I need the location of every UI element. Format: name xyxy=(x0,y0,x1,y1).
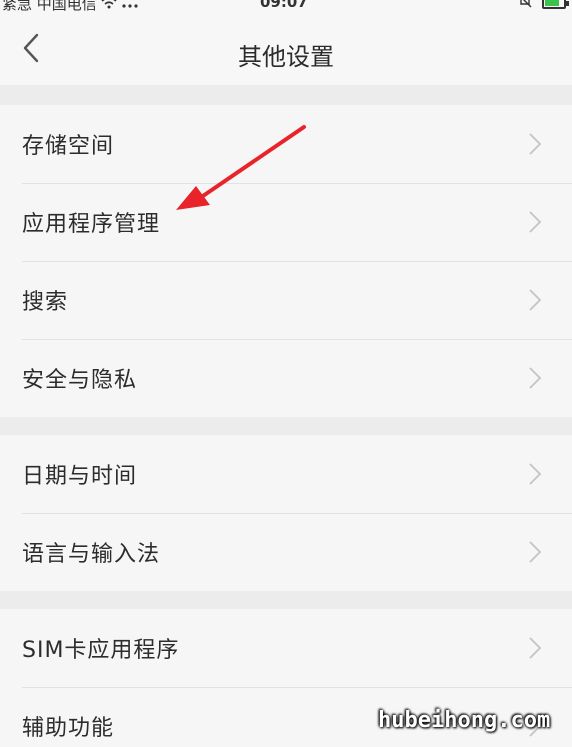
settings-item-app-management[interactable]: 应用程序管理 xyxy=(0,183,572,261)
chevron-right-icon xyxy=(529,367,542,389)
settings-item-language-input[interactable]: 语言与输入法 xyxy=(0,513,572,591)
battery-fill xyxy=(545,0,559,6)
chevron-right-icon xyxy=(529,463,542,485)
chevron-right-icon xyxy=(529,211,542,233)
settings-item-label: 搜索 xyxy=(22,290,69,315)
alarm-off-icon xyxy=(518,0,532,12)
page-title: 其他设置 xyxy=(238,43,334,71)
settings-screen: 紧急 中国电信 09:07 其他设置 存储空间 应用程序管理 搜索 安全与隐私 … xyxy=(0,0,572,747)
settings-item-label: 辅助功能 xyxy=(22,716,115,741)
carrier-label: 紧急 中国电信 xyxy=(2,0,97,13)
settings-item-sim-apps[interactable]: SIM卡应用程序 xyxy=(0,609,572,687)
status-time: 09:07 xyxy=(260,0,308,11)
settings-item-label: 日期与时间 xyxy=(22,464,138,489)
settings-group-datetime: 日期与时间 语言与输入法 xyxy=(0,435,572,591)
chevron-right-icon xyxy=(529,133,542,155)
settings-item-search[interactable]: 搜索 xyxy=(0,261,572,339)
chevron-right-icon xyxy=(529,637,542,659)
settings-item-label: SIM卡应用程序 xyxy=(22,638,180,663)
chevron-right-icon xyxy=(529,541,542,563)
wifi-icon xyxy=(101,0,117,13)
settings-item-label: 语言与输入法 xyxy=(22,542,161,567)
status-bar: 紧急 中国电信 09:07 xyxy=(0,0,572,13)
header-bar: 其他设置 xyxy=(0,13,572,85)
status-left: 紧急 中国电信 xyxy=(2,0,139,14)
watermark-text: hubeihong.com xyxy=(378,708,551,733)
battery-icon xyxy=(542,0,569,9)
chevron-right-icon xyxy=(529,289,542,311)
settings-item-security-privacy[interactable]: 安全与隐私 xyxy=(0,339,572,417)
more-dots-icon xyxy=(121,0,139,13)
status-right xyxy=(518,0,569,12)
settings-item-date-time[interactable]: 日期与时间 xyxy=(0,435,572,513)
settings-item-storage[interactable]: 存储空间 xyxy=(0,105,572,183)
settings-item-label: 存储空间 xyxy=(22,134,115,159)
settings-item-label: 安全与隐私 xyxy=(22,368,138,393)
settings-group-storage: 存储空间 应用程序管理 搜索 安全与隐私 xyxy=(0,105,572,417)
settings-item-label: 应用程序管理 xyxy=(22,212,161,237)
